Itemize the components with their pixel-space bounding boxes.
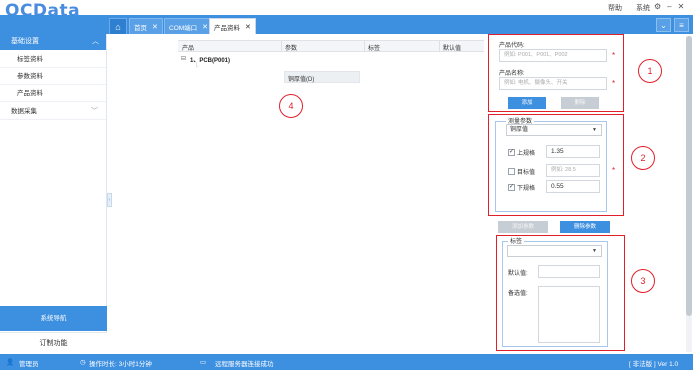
- tab-product-data[interactable]: 产品资料 ✕: [209, 18, 256, 34]
- user-icon: 👤: [6, 359, 15, 366]
- nav-header: [0, 15, 107, 34]
- target-value-checkbox[interactable]: [508, 168, 515, 175]
- status-service: 远程服务器连接成功: [215, 361, 274, 368]
- close-icon[interactable]: ✕: [678, 2, 691, 11]
- sidebar-item-label-data[interactable]: 标签资料: [0, 51, 106, 68]
- upper-spec-input[interactable]: 1.35: [546, 145, 600, 158]
- required-mark: *: [612, 166, 616, 175]
- sidebar-group-label: 基础设置: [11, 38, 39, 45]
- status-duration: 操作时长: 3小时1分钟: [89, 361, 152, 368]
- tab-label: 产品资料: [214, 24, 240, 32]
- minimize-icon[interactable]: –: [667, 2, 677, 11]
- system-link[interactable]: 系统: [636, 5, 650, 12]
- delete-param-button[interactable]: 删除参数: [560, 221, 610, 233]
- custom-functions-button[interactable]: 订制功能: [0, 332, 107, 354]
- status-user: 管理员: [19, 361, 39, 368]
- column-header-label[interactable]: 标签: [368, 43, 380, 52]
- annotation-circle-4: 4: [279, 94, 303, 118]
- product-name-label: 产品名称:: [499, 71, 525, 77]
- lower-spec-checkbox[interactable]: ✓: [508, 184, 515, 191]
- caret-down-icon: ▼: [592, 127, 597, 133]
- add-param-button[interactable]: 添加参数: [498, 221, 548, 233]
- tab-bar: ⌂ 首页 ✕ COM端口 ✕ 产品资料 ✕ ⌄ ≡: [0, 15, 693, 34]
- sidebar: 基础设置 ︿ 标签资料 参数资料 产品资料 数据采集 ﹀ 系统导航 订制功能: [0, 34, 107, 354]
- label-select[interactable]: ▼: [507, 245, 602, 257]
- tab-label: 首页: [134, 24, 147, 32]
- delete-product-button[interactable]: 删除: [561, 97, 599, 109]
- home-icon: ⌂: [115, 21, 121, 32]
- required-mark: *: [612, 51, 616, 60]
- chevron-up-icon: ︿: [92, 38, 99, 45]
- target-value-input[interactable]: 例如: 28.5: [546, 164, 600, 177]
- sidebar-group-data-collection[interactable]: 数据采集 ﹀: [0, 103, 106, 120]
- chevron-left-icon: ‹: [108, 197, 111, 203]
- tree-node-label: 1、PCB(P001): [190, 58, 231, 64]
- system-nav-button[interactable]: 系统导航: [0, 306, 107, 331]
- column-divider: [364, 41, 365, 52]
- label-legend: 标签: [508, 236, 525, 245]
- tab-menu-button[interactable]: ≡: [674, 18, 689, 32]
- column-divider: [439, 41, 440, 52]
- tab-label: COM端口: [169, 24, 198, 32]
- double-chevron-down-icon: ⌄: [660, 20, 667, 30]
- status-bar: 👤 管理员 ◷ 操作时长: 3小时1分钟 ▭ 远程服务器连接成功 [ 非法版 ]…: [0, 354, 693, 370]
- column-divider: [281, 41, 282, 52]
- tab-com-port[interactable]: COM端口 ✕: [164, 18, 214, 34]
- settings-icon[interactable]: ⚙: [654, 2, 667, 11]
- upper-spec-checkbox[interactable]: ✓: [508, 149, 515, 156]
- product-name-input[interactable]: 例如: 电机、摄像头、开关: [499, 77, 607, 90]
- menu-icon: ≡: [679, 20, 684, 30]
- window-controls: ⚙–✕: [654, 2, 690, 11]
- tree-node-row[interactable]: ⊟ 1、PCB(P001): [178, 52, 484, 64]
- default-value-input[interactable]: [538, 265, 600, 278]
- sidebar-item-product-data[interactable]: 产品资料: [0, 85, 106, 102]
- tab-close-icon[interactable]: ✕: [152, 23, 158, 31]
- default-value-label: 默认值:: [508, 271, 528, 277]
- title-bar: QCData 帮助 系统 ⚙–✕: [0, 0, 693, 21]
- chevron-down-icon: ﹀: [91, 108, 98, 115]
- options-label: 备选值:: [508, 291, 528, 297]
- lower-spec-input[interactable]: 0.55: [546, 180, 600, 193]
- required-mark: *: [612, 79, 616, 88]
- param-select[interactable]: 铜厚值 ▼: [506, 124, 602, 136]
- annotation-circle-1: 1: [638, 59, 662, 83]
- target-value-label: 目标值: [517, 170, 536, 176]
- caret-down-icon: ▼: [592, 248, 597, 254]
- home-tab[interactable]: ⌂: [109, 18, 127, 34]
- sidebar-item-param-data[interactable]: 参数资料: [0, 68, 106, 85]
- product-tree-grid: 产品 参数 标签 默认值 ⊟ 1、PCB(P001) └ 铜厚值(D): [178, 40, 484, 83]
- collapse-icon[interactable]: ⊟: [181, 55, 186, 62]
- sidebar-group-label: 数据采集: [11, 108, 37, 115]
- sidebar-collapse-handle[interactable]: ‹: [107, 193, 112, 207]
- annotation-circle-3: 3: [631, 269, 655, 293]
- options-textarea[interactable]: [538, 286, 600, 343]
- annotation-circle-2: 2: [631, 146, 655, 170]
- grid-header: 产品 参数 标签 默认值: [178, 40, 484, 52]
- lower-spec-label: 下规格: [517, 186, 536, 192]
- status-version: [ 非法版 ] Ver 1.0: [629, 361, 679, 368]
- sidebar-group-basic-settings[interactable]: 基础设置 ︿: [0, 34, 106, 50]
- upper-spec-label: 上规格: [517, 151, 536, 157]
- tab-close-icon[interactable]: ✕: [202, 23, 208, 31]
- tab-expand-button[interactable]: ⌄: [656, 18, 671, 32]
- tree-child-param: 铜厚值(D): [288, 77, 315, 83]
- product-code-input[interactable]: 例如: P001、P001、P002: [499, 49, 607, 62]
- product-code-label: 产品代码:: [499, 43, 525, 49]
- add-product-button[interactable]: 添加: [508, 97, 546, 109]
- param-select-value: 铜厚值: [510, 127, 529, 133]
- column-header-param[interactable]: 参数: [285, 43, 297, 52]
- tab-home-page[interactable]: 首页 ✕: [129, 18, 163, 34]
- help-link[interactable]: 帮助: [608, 5, 622, 12]
- scrollbar-thumb[interactable]: [686, 36, 692, 316]
- tree-branch-icon: └: [194, 64, 199, 70]
- tab-close-icon[interactable]: ✕: [245, 23, 251, 31]
- tree-child-cell[interactable]: 铜厚值(D): [284, 71, 360, 83]
- column-header-product[interactable]: 产品: [182, 43, 194, 52]
- column-header-default[interactable]: 默认值: [443, 43, 461, 52]
- clock-icon: ◷: [80, 359, 86, 366]
- monitor-icon: ▭: [200, 359, 207, 366]
